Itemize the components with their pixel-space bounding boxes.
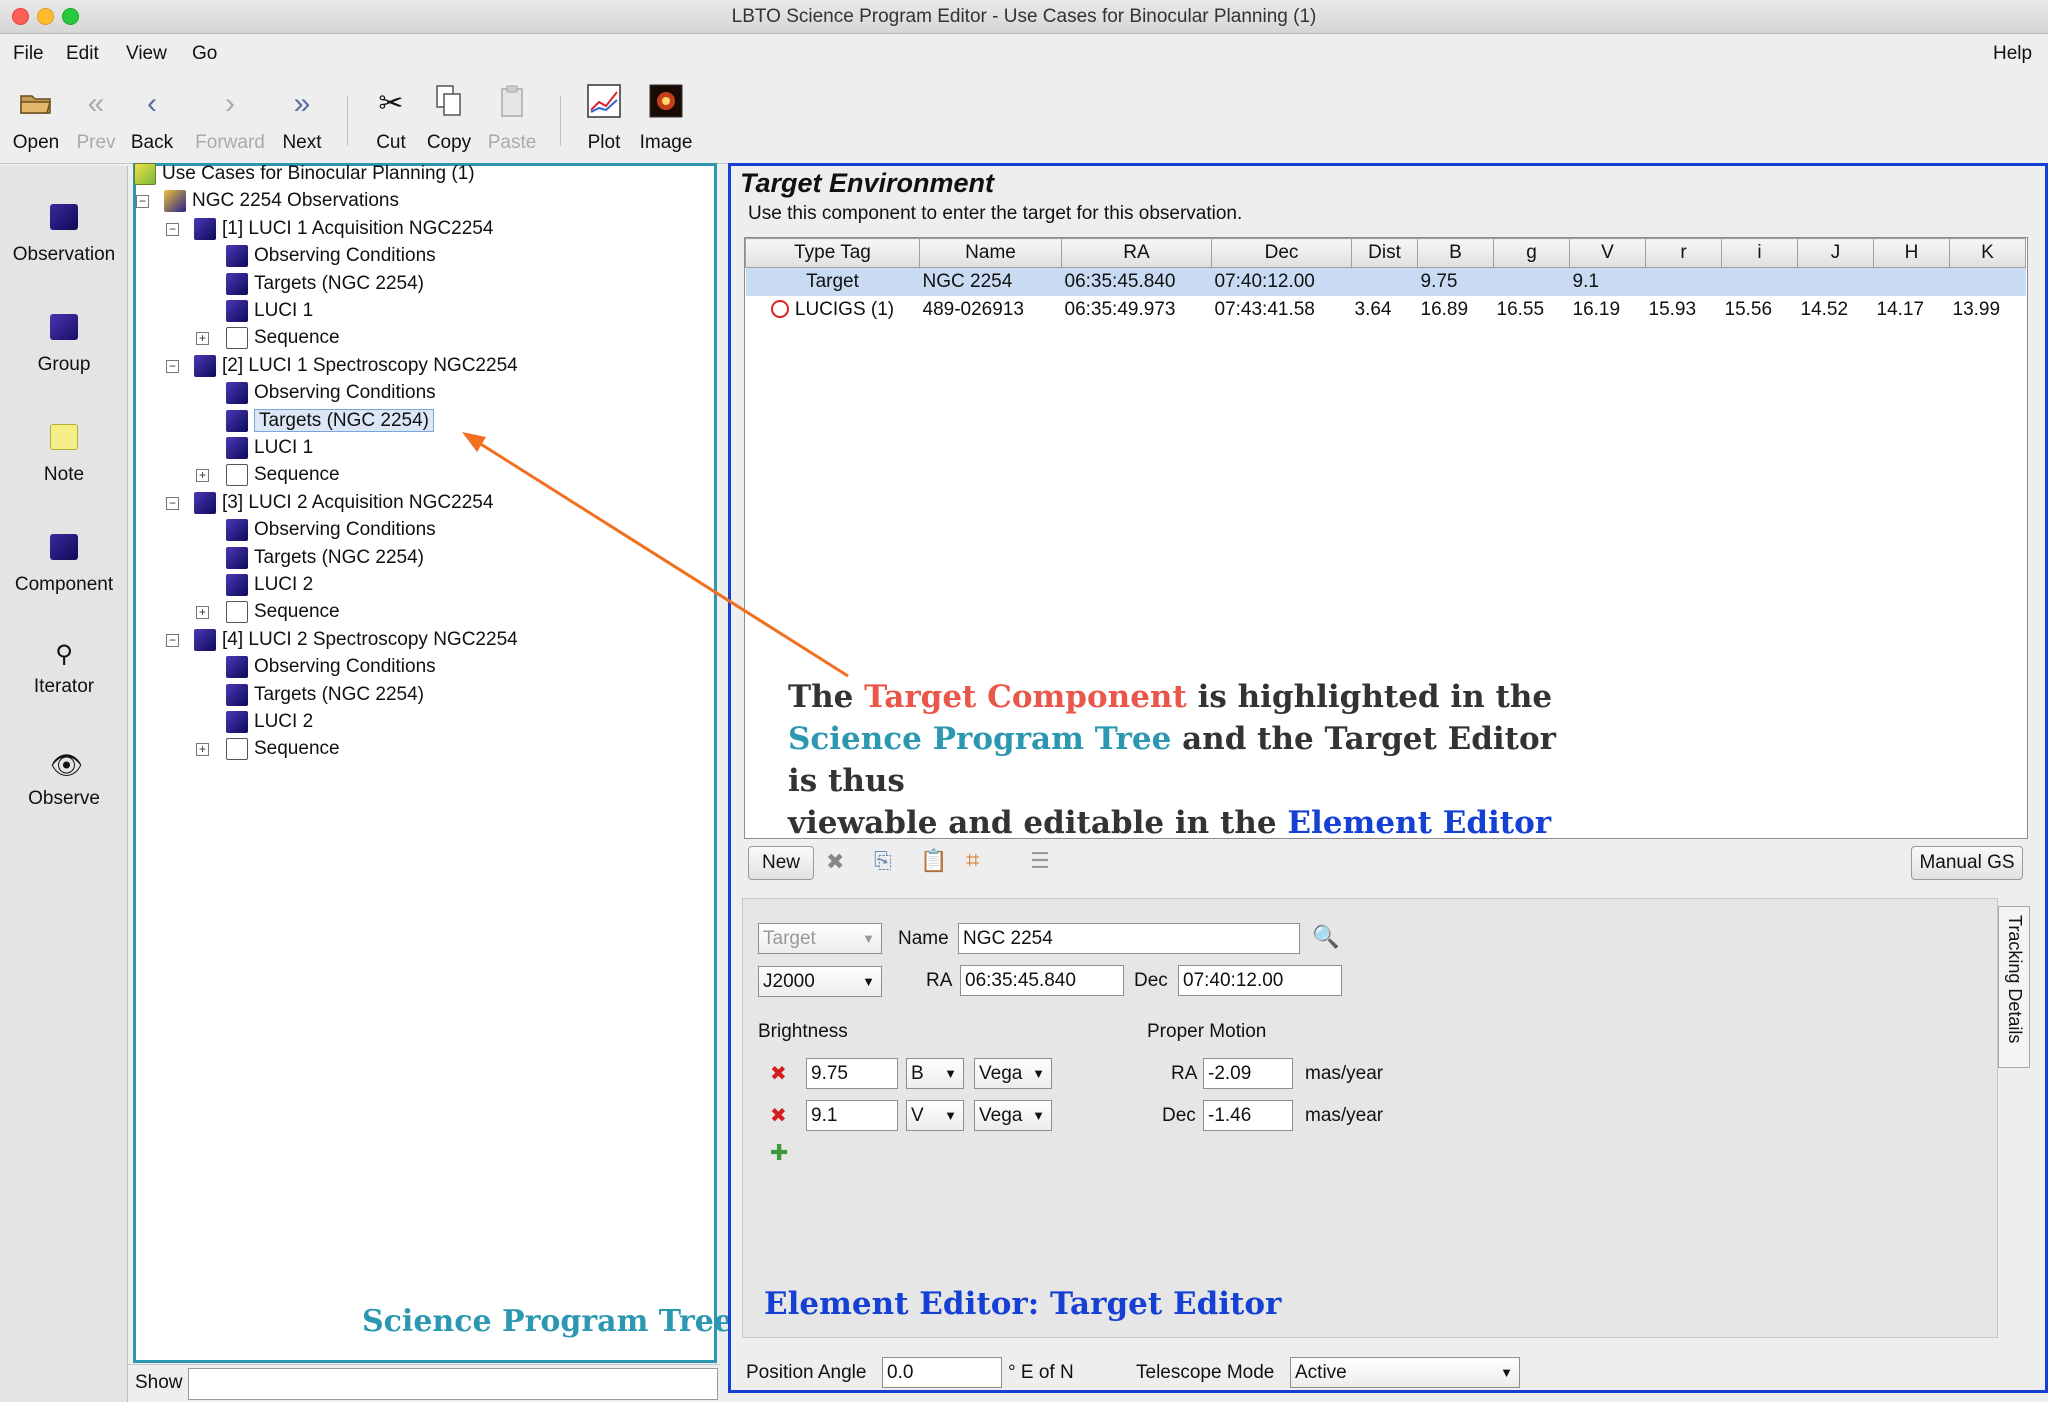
target-tag-select[interactable]: Target ▼ xyxy=(758,923,882,954)
pm-dec-input[interactable]: -1.46 xyxy=(1203,1100,1293,1131)
telescope-mode-select[interactable]: Active ▼ xyxy=(1290,1357,1520,1388)
annotation-element-editor: Element Editor xyxy=(1287,805,1552,841)
pm-ra-label: RA xyxy=(1171,1063,1198,1084)
search-icon[interactable]: 🔍 xyxy=(1312,924,1339,950)
brightness-value-input[interactable]: 9.75 xyxy=(806,1058,898,1089)
annotation-target-component: Target Component xyxy=(864,679,1187,715)
ra-input[interactable]: 06:35:45.840 xyxy=(960,965,1124,996)
proper-motion-label: Proper Motion xyxy=(1147,1021,1267,1042)
annotation-segment: viewable and editable in the xyxy=(788,805,1288,841)
name-input[interactable]: NGC 2254 xyxy=(958,923,1300,954)
tracking-details-label: Tracking Details xyxy=(2005,915,2025,1044)
tracking-details-tab[interactable]: Tracking Details xyxy=(1998,906,2030,1068)
position-angle-label: Position Angle xyxy=(746,1362,867,1383)
brightness-system-select[interactable]: Vega ▼ xyxy=(974,1058,1052,1089)
pm-ra-input[interactable]: -2.09 xyxy=(1203,1058,1293,1089)
brightness-system-select[interactable]: Vega ▼ xyxy=(974,1100,1052,1131)
brightness-value-input[interactable]: 9.1 xyxy=(806,1100,898,1131)
arrow-line xyxy=(475,439,849,678)
brightness-label: Brightness xyxy=(758,1021,848,1042)
dec-input[interactable]: 07:40:12.00 xyxy=(1178,965,1342,996)
dec-label: Dec xyxy=(1134,970,1168,991)
remove-brightness-icon[interactable]: ✖ xyxy=(770,1061,787,1086)
annotation-text: The Target Component is highlighted in t… xyxy=(788,676,1588,844)
position-angle-input[interactable]: 0.0 xyxy=(882,1357,1002,1388)
remove-brightness-icon[interactable]: ✖ xyxy=(770,1103,787,1128)
arrow-head xyxy=(462,432,486,452)
annotation-science-program-tree: Science Program Tree xyxy=(788,721,1172,757)
add-brightness-icon[interactable]: ✚ xyxy=(770,1140,788,1166)
annotation-segment: is highlighted in the xyxy=(1186,679,1553,715)
pm-ra-unit: mas/year xyxy=(1305,1063,1384,1084)
brightness-band-select[interactable]: V ▼ xyxy=(906,1100,964,1131)
ra-label: RA xyxy=(926,970,953,991)
pm-dec-unit: mas/year xyxy=(1305,1105,1384,1126)
editor-caption: Element Editor: Target Editor xyxy=(764,1286,1282,1322)
pm-dec-label: Dec xyxy=(1162,1105,1196,1126)
position-angle-unit: ° E of N xyxy=(1008,1362,1074,1383)
brightness-band-select[interactable]: B ▼ xyxy=(906,1058,964,1089)
epoch-select[interactable]: J2000 ▼ xyxy=(758,966,882,997)
annotation-segment: The xyxy=(788,679,865,715)
name-label: Name xyxy=(898,928,949,949)
telescope-mode-label: Telescope Mode xyxy=(1136,1362,1275,1383)
